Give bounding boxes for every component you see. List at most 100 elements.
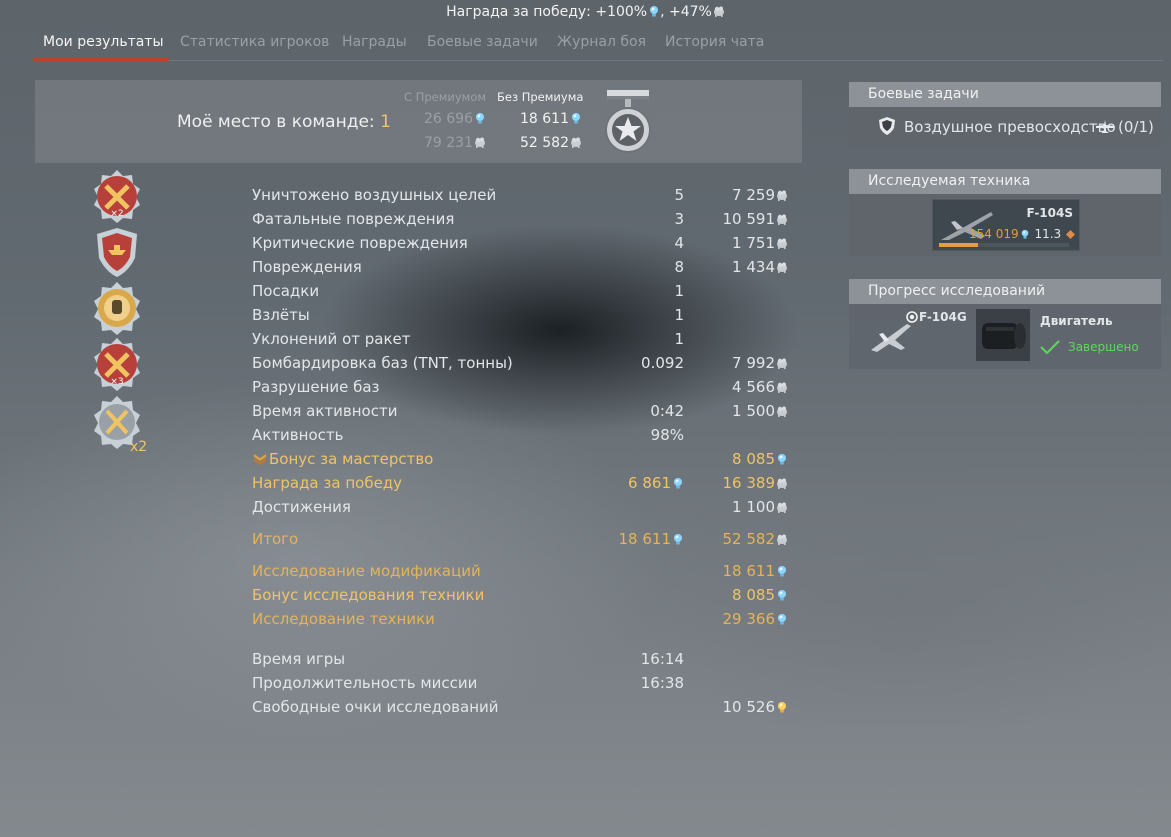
research-progress-body: F-104G Двигатель Завершено [849,304,1161,369]
silver-lions-icon [777,534,787,545]
time-label: Время игры [252,650,346,668]
researched-vehicle-title: Исследуемая техника [849,169,1161,194]
stat-row: Разрушение баз 4 566 [252,376,802,400]
vehicle-name: F-104S [1026,206,1074,220]
no-premium-column-label: Без Премиума [497,90,584,104]
mastery-bonus-value: 8 085 [732,450,788,468]
research-progress-track [939,243,1069,247]
stat-label: Взлёты [252,306,310,324]
module-name: Двигатель [1040,314,1113,328]
premium-column-label: С Премиумом [404,90,487,104]
silver-lions-icon [571,137,581,148]
silver-lions-icon [777,262,787,273]
team-place-value: 1 [380,112,391,132]
research-value: 8 085 [732,586,788,604]
free-research-points-icon [778,702,786,713]
active-tab-indicator [33,58,169,61]
victory-reward-title: Награда за победу: +100%, +47% [0,4,1171,20]
achievements-label: Достижения [252,498,351,516]
tab-my-results[interactable]: Мои результаты [43,34,164,50]
team-place-medal-icon [605,90,651,153]
team-place-label: Моё место в команде: [177,112,375,132]
premium-rp: 26 696 [424,111,486,127]
research-label: Исследование модификаций [252,562,481,580]
battle-task-item[interactable]: Воздушное превосходство (0/1) [849,107,1161,147]
research-progress-fill [939,243,978,247]
free-rp-label: Свободные очки исследований [252,698,499,716]
time-row: Время игры 16:14 [252,648,802,672]
rank-diamond-icon [1066,230,1075,239]
research-points-icon [778,566,786,577]
stat-count: 4 [674,234,684,252]
research-points-icon [476,113,484,124]
stat-row: Посадки 1 [252,280,802,304]
tab-chat-history[interactable]: История чата [665,34,764,50]
air-kills-award-icon[interactable]: ×2 [88,168,146,224]
mastery-bonus-row: Бонус за мастерство 8 085 [252,448,802,472]
total-sl: 52 582 [723,530,789,548]
stat-label: Бомбардировка баз (TNT, тонны) [252,354,513,372]
free-rp-row: Свободные очки исследований 10 526 [252,696,802,720]
battle-tasks-title: Боевые задачи [849,82,1161,107]
stat-row: Активность 98% [252,424,802,448]
premium-sl: 79 231 [424,135,486,151]
vehicle-br: 11.3 [1034,227,1075,241]
tab-battle-tasks[interactable]: Боевые задачи [427,34,538,50]
stat-label: Активность [252,426,344,444]
svg-text:×3: ×3 [110,377,123,387]
bombing-award-icon[interactable]: ×3 [88,336,146,392]
silver-lions-icon [777,478,787,489]
stat-reward: 1 751 [732,234,788,252]
stat-reward: 1 434 [732,258,788,276]
stat-label: Уничтожено воздушных целей [252,186,497,204]
tab-awards[interactable]: Награды [342,34,407,50]
stat-row: Уклонений от ракет 1 [252,328,802,352]
engine-module-icon[interactable] [976,309,1030,361]
stat-reward: 4 566 [732,378,788,396]
stat-count: 8 [674,258,684,276]
vehicle-rp: 154 019 [969,227,1030,241]
landing-award-icon[interactable] [88,280,146,336]
research-points-icon [650,6,659,17]
stat-count: 1 [674,306,684,324]
research-points-icon [778,454,786,465]
stat-row: Время активности 0:42 1 500 [252,400,802,424]
battle-tasks-panel: Боевые задачи Воздушное превосходство (0… [849,82,1161,147]
stat-count: 0.092 [641,354,684,372]
achievements-row: Достижения 1 100 [252,496,802,520]
no-premium-sl: 52 582 [520,135,582,151]
tab-player-stats[interactable]: Статистика игроков [180,34,329,50]
time-value: 16:38 [640,674,684,692]
silver-lions-icon [475,137,485,148]
silver-lions-icon [777,502,787,513]
stat-count: 1 [674,282,684,300]
total-label: Итого [252,530,299,548]
tab-battle-log[interactable]: Журнал боя [557,34,646,50]
silver-lions-icon [777,238,787,249]
checkmark-icon [1040,340,1060,354]
stat-row: Повреждения 8 1 434 [252,256,802,280]
stat-label: Фатальные повреждения [252,210,455,228]
stat-reward: 10 591 [723,210,789,228]
progress-vehicle-name: F-104G [919,310,967,324]
silver-lions-icon [777,190,787,201]
silver-lions-icon [777,214,787,225]
stat-count: 3 [674,210,684,228]
chevron-rank-icon [254,454,266,465]
aircraft-icon [1096,120,1114,133]
results-tabs: Мои результаты Статистика игроков Наград… [33,28,1163,61]
time-row: Продолжительность миссии 16:38 [252,672,802,696]
research-label: Бонус исследования техники [252,586,485,604]
damage-shield-award-icon[interactable] [88,224,146,280]
module-status: Завершено [1068,340,1139,354]
research-points-icon [674,534,682,545]
stat-reward: 7 992 [732,354,788,372]
svg-text:×2: ×2 [110,209,123,219]
award-multiplier: x2 [130,439,148,455]
vehicle-card-f104s[interactable]: F-104S 154 019 11.3 [932,199,1080,251]
stat-label: Уклонений от ракет [252,330,411,348]
no-premium-rp: 18 611 [520,111,582,127]
victory-reward-row: Награда за победу 6 861 16 389 [252,472,802,496]
task-progress: (0/1) [1118,118,1154,136]
task-label: Воздушное превосходство [904,118,1116,136]
